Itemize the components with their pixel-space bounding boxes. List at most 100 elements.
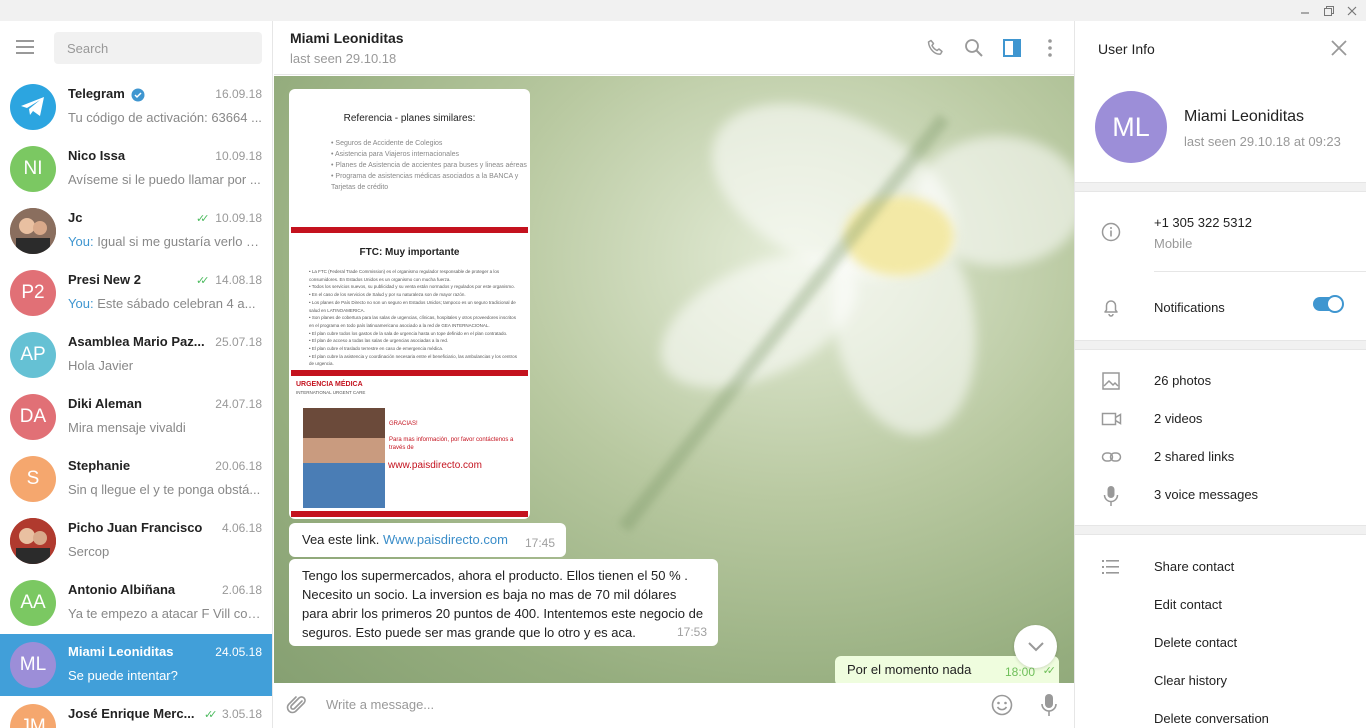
chat-date: 10.09.18 [215, 149, 262, 163]
avatar: ML [10, 642, 56, 688]
conversation-title[interactable]: Miami Leoniditas [290, 30, 404, 46]
slide-list-item-text: La FTC (Federal Trade Commission) es el … [309, 269, 500, 282]
user-info-panel: User Info ML Miami Leoniditas last seen … [1074, 21, 1366, 728]
phone-call-icon[interactable] [926, 38, 946, 58]
divider [1075, 525, 1366, 535]
chat-list-item[interactable]: AA Antonio Albiñana 2.06.18 Ya te empezo a … [0, 572, 272, 634]
urgencia-medica-logo: URGENCIA MÉDICA INTERNATIONAL URGENT CARE [296, 381, 365, 397]
chat-name: Diki Aleman [68, 396, 142, 411]
chat-list-item[interactable]: AP Asamblea Mario Paz... 25.07.18 Hola Javi… [0, 324, 272, 386]
video-icon [1101, 409, 1122, 429]
chat-preview-text: Sin q llegue el y te ponga obstá... [68, 482, 261, 497]
slide-list-item-text: Seguros de Accidente de Colegios [335, 140, 443, 147]
slide-list-item: • Son planes de cobertura para las salas… [309, 315, 516, 328]
message-text: Por el momento nada [847, 662, 972, 677]
search-input[interactable] [54, 32, 262, 64]
delete-contact-button[interactable]: Delete contact [1154, 635, 1237, 650]
slide-list-item: • El plan cubre la asistencia y coordina… [309, 353, 517, 367]
chat-preview: Sercop [68, 544, 263, 559]
slide-list-item: • En el caso de los servicios de Salud y… [309, 292, 466, 298]
minimize-icon[interactable] [1294, 0, 1316, 21]
chat-preview: Sin q llegue el y te ponga obstá... [68, 482, 263, 497]
info-text: Para mas información, por favor contácte… [389, 437, 514, 451]
chat-preview-text: Avíseme si le puedo llamar por ... [68, 172, 261, 187]
avatar: DA [10, 394, 56, 440]
window-titlebar [0, 0, 1366, 21]
image-message[interactable]: Referencia - planes similares: • Seguros… [289, 89, 530, 519]
microphone-icon[interactable] [1039, 693, 1059, 717]
slide-list-item: • Todos los servicios nuevos, su publici… [309, 284, 515, 290]
slide-list-item-text: En el caso de los servicios de Salud y p… [311, 292, 466, 298]
toggle-sidebar-icon[interactable] [1002, 38, 1022, 58]
compose-area [274, 683, 1074, 728]
delete-conversation-button[interactable]: Delete conversation [1154, 711, 1269, 726]
chat-preview: You: Igual si me gustaría verlo s... [68, 234, 263, 249]
videos-link[interactable]: 2 videos [1154, 411, 1202, 426]
bell-icon [1101, 297, 1121, 317]
chevron-down-icon [1027, 641, 1044, 651]
conversation-panel: Miami Leoniditas last seen 29.10.18 Refe… [274, 21, 1074, 728]
chat-list-item[interactable]: JM José Enrique Merc... ✓✓ 3.05.18 [0, 696, 272, 728]
chat-list-item[interactable]: Picho Juan Francisco 4.06.18 Sercop [0, 510, 272, 572]
list-icon [1101, 557, 1121, 577]
chat-list-item[interactable]: Jc ✓✓ 10.09.18 You: Igual si me gustaría ve… [0, 200, 272, 262]
search-icon[interactable] [964, 38, 984, 58]
chat-list-item[interactable]: DA Diki Aleman 24.07.18 Mira mensaje vivald… [0, 386, 272, 448]
hamburger-menu-icon[interactable] [16, 39, 38, 55]
chat-name: Nico Issa [68, 148, 126, 163]
slide-list: • Seguros de Accidente de Colegios • Asis… [331, 138, 528, 193]
chat-name: Miami Leoniditas [68, 644, 174, 659]
conversation-header: Miami Leoniditas last seen 29.10.18 [274, 21, 1074, 75]
phone-number[interactable]: +1 305 322 5312 [1154, 215, 1252, 230]
chat-preview: Tu código de activación: 63664 ... [68, 110, 263, 125]
maximize-icon[interactable] [1318, 0, 1340, 21]
photo-icon [1101, 371, 1121, 391]
voice-messages-link[interactable]: 3 voice messages [1154, 487, 1258, 502]
slide-list: • La FTC (Federal Trade Commission) es e… [309, 268, 520, 368]
chat-list-item[interactable]: Telegram 16.09.18 Tu código de activación:… [0, 76, 272, 138]
edit-contact-button[interactable]: Edit contact [1154, 597, 1222, 612]
chat-preview: Mira mensaje vivaldi [68, 420, 263, 435]
chat-list-item[interactable]: S Stephanie 20.06.18 Sin q llegue el y te p… [0, 448, 272, 510]
telegram-icon [10, 84, 56, 130]
message-input[interactable] [326, 697, 926, 712]
close-icon[interactable] [1330, 39, 1348, 57]
chat-preview-text: Igual si me gustaría verlo s... [97, 234, 263, 249]
phone-label: Mobile [1154, 236, 1193, 251]
chat-preview: Se puede intentar? [68, 668, 263, 683]
slide-list-item: • Asistencia para Viajeros internacional… [331, 151, 460, 158]
chat-date: 24.07.18 [215, 397, 262, 411]
close-window-icon[interactable] [1341, 0, 1363, 21]
chat-name: José Enrique Merc... [68, 706, 195, 721]
slide-list-item: • Programa de asistencias médicas asocia… [331, 173, 519, 191]
message-bubble[interactable]: Tengo los supermercados, ahora el produc… [289, 559, 718, 646]
shared-links-link[interactable]: 2 shared links [1154, 449, 1234, 464]
message-link[interactable]: Www.paisdirecto.com [383, 532, 508, 547]
more-options-icon[interactable] [1040, 38, 1060, 58]
chat-preview-text: Este sábado celebran 4 a... [97, 296, 256, 311]
scroll-down-button[interactable] [1014, 625, 1057, 668]
share-contact-button[interactable]: Share contact [1154, 559, 1234, 574]
notifications-toggle[interactable] [1313, 295, 1344, 313]
chat-list: Telegram 16.09.18 Tu código de activación:… [0, 76, 272, 728]
message-time: 17:53 [676, 625, 707, 639]
slide-title: FTC: Muy importante [359, 247, 460, 258]
photos-link[interactable]: 26 photos [1154, 373, 1211, 388]
slide-list-item: • La FTC (Federal Trade Commission) es e… [309, 269, 500, 282]
message-bubble[interactable]: Vea este link. Www.paisdirecto.com 17:45 [289, 523, 566, 557]
notifications-label: Notifications [1154, 300, 1225, 315]
slide-list-item-text: Programa de asistencias médicas asociado… [331, 173, 519, 191]
photo-avatar [10, 208, 56, 254]
avatar[interactable]: ML [1095, 91, 1167, 163]
slide-list-item-text: Planes de Asistencia de accientes para b… [335, 162, 527, 169]
chat-list-item[interactable]: ML Miami Leoniditas 24.05.18 Se puede inten… [0, 634, 272, 696]
logo-text: URGENCIA MÉDICA [296, 381, 363, 388]
thanks-heading: GRACIAS! [389, 421, 418, 427]
chat-list-item[interactable]: NI Nico Issa 10.09.18 Avíseme si le puedo l… [0, 138, 272, 200]
emoji-icon[interactable] [991, 694, 1013, 716]
avatar: AA [10, 580, 56, 626]
clear-history-button[interactable]: Clear history [1154, 673, 1227, 688]
slide-url: www.paisdirecto.com [388, 460, 482, 471]
chat-list-item[interactable]: P2 Presi New 2 ✓✓ 14.08.18 You: Este sábado … [0, 262, 272, 324]
attach-icon[interactable] [286, 694, 308, 716]
